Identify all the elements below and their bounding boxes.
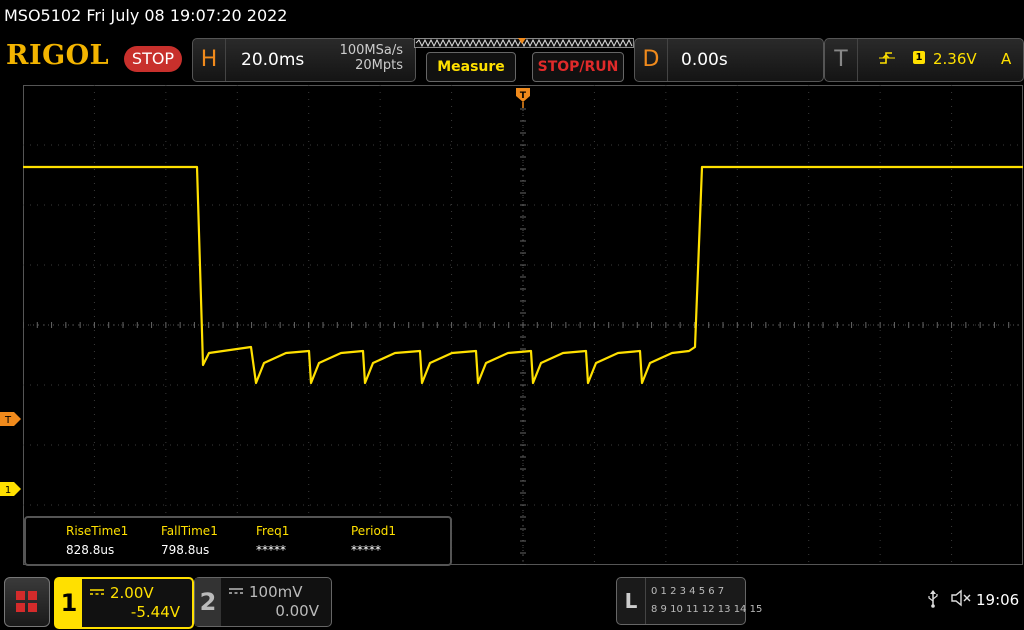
measurement-name: Freq1: [256, 524, 290, 538]
delay-value: 0.00s: [681, 50, 728, 70]
channel-1-panel[interactable]: 1 2.00V -5.44V: [54, 577, 194, 629]
title-bar: MSO5102 Fri July 08 19:07:20 2022: [0, 0, 1024, 34]
trigger-level-marker[interactable]: T: [0, 412, 22, 426]
measurement-item[interactable]: RiseTime1 828.8us: [66, 524, 158, 557]
measurement-name: Period1: [351, 524, 397, 538]
measurement-item[interactable]: Freq1 *****: [256, 524, 348, 557]
grid-menu-icon: [16, 591, 37, 612]
dc-coupling-icon: [90, 589, 104, 595]
ch1-ground-marker-label: 1: [5, 485, 11, 496]
trigger-position-marker[interactable]: T: [516, 88, 530, 108]
trigger-source-badge: 1: [913, 51, 925, 64]
channel-1-scale: 2.00V: [110, 584, 154, 602]
memory-depth: 20Mpts: [355, 58, 403, 73]
channel-2-panel[interactable]: 2 100mV 0.00V: [194, 577, 332, 627]
dc-coupling-icon: [229, 588, 243, 594]
graticule: [23, 85, 1023, 565]
logic-channels-row-2: 8 9 10 11 12 13 14 15: [651, 604, 763, 615]
channel-1-offset: -5.44V: [130, 603, 180, 621]
measurement-value: *****: [351, 543, 381, 557]
horizontal-panel[interactable]: H 20.0ms 100MSa/s 20Mpts: [192, 38, 416, 82]
measurement-value: 828.8us: [66, 543, 115, 557]
measurement-item[interactable]: Period1 *****: [351, 524, 443, 557]
trigger-panel[interactable]: T 1 2.36V A: [824, 38, 1024, 82]
channel-2-scale: 100mV: [249, 583, 303, 601]
model-datetime: MSO5102 Fri July 08 19:07:20 2022: [4, 6, 288, 25]
measurement-value: 798.8us: [161, 543, 210, 557]
measurement-value: *****: [256, 543, 286, 557]
trigger-letter: T: [825, 39, 858, 81]
clock-time: 19:06: [976, 591, 1020, 609]
waveform-display[interactable]: [23, 85, 1023, 565]
channel-2-number: 2: [195, 578, 221, 626]
channel-2-offset: 0.00V: [275, 602, 319, 620]
delay-panel[interactable]: D 0.00s: [634, 38, 824, 82]
ch1-ground-marker[interactable]: 1: [0, 482, 22, 496]
run-status-badge: STOP: [124, 46, 182, 72]
logic-channels-panel[interactable]: L 0 1 2 3 4 5 6 7 8 9 10 11 12 13 14 15: [616, 577, 762, 625]
logic-channels-row-1: 0 1 2 3 4 5 6 7: [651, 586, 725, 597]
measurement-results[interactable]: RiseTime1 828.8us FallTime1 798.8us Freq…: [24, 516, 452, 566]
logic-letter: L: [617, 578, 646, 624]
measurement-item[interactable]: FallTime1 798.8us: [161, 524, 253, 557]
horizontal-letter: H: [193, 39, 226, 81]
rigol-logo: RIGOL: [6, 40, 110, 71]
trigger-mode: A: [1001, 50, 1012, 68]
trigger-level-marker-label: T: [4, 415, 12, 426]
channel-1-number: 1: [56, 579, 82, 627]
measure-button[interactable]: Measure: [426, 52, 516, 82]
speaker-muted-icon[interactable]: [950, 589, 972, 611]
rising-edge-icon: [879, 52, 895, 64]
trigger-level: 2.36V: [933, 50, 977, 68]
measurement-name: FallTime1: [161, 524, 218, 538]
trigger-position-label: T: [520, 91, 527, 101]
trigger-buffer-strip: [414, 38, 634, 48]
sample-rate: 100MSa/s: [339, 43, 403, 58]
measurement-name: RiseTime1: [66, 524, 129, 538]
timebase-value: 20.0ms: [241, 50, 305, 70]
stop-run-button[interactable]: STOP/RUN: [532, 52, 624, 82]
main-menu-button[interactable]: [4, 577, 50, 627]
delay-letter: D: [635, 39, 668, 81]
usb-icon[interactable]: [926, 590, 940, 612]
